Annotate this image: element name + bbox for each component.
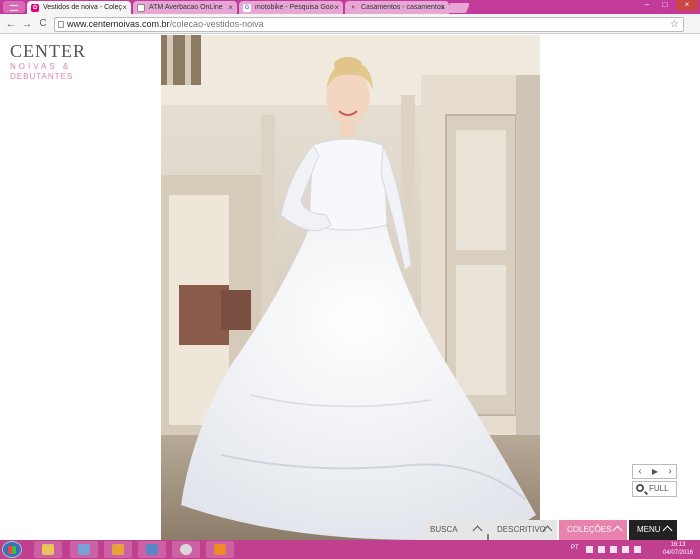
- site-favicon-icon: ✿: [31, 4, 39, 12]
- dress-photo[interactable]: [161, 35, 540, 540]
- start-button[interactable]: [2, 541, 22, 558]
- busca-button[interactable]: BUSCA: [422, 520, 487, 540]
- browser-menu-icon[interactable]: [3, 1, 25, 13]
- url-path: /colecao-vestidos-noiva: [169, 19, 264, 29]
- slider-prev-button[interactable]: ‹: [633, 465, 647, 478]
- back-button[interactable]: ←: [4, 17, 18, 31]
- volume-icon[interactable]: [634, 546, 641, 553]
- site-logo[interactable]: CENTER NOIVAS & DEBUTANTES: [10, 42, 90, 82]
- remote-desktop-icon[interactable]: [138, 541, 166, 558]
- tab-close-icon[interactable]: ×: [334, 1, 339, 14]
- app-icon[interactable]: [206, 541, 234, 558]
- descritivo-button[interactable]: DESCRITIVO: [489, 520, 557, 540]
- browser-toolbar: ← → C www.centernoivas.com.br/colecao-ve…: [0, 14, 700, 34]
- system-tray: PT 16:13 04/07/2016: [568, 540, 700, 559]
- tab-label: Casamentos - casamentos: [361, 4, 445, 11]
- page-favicon-icon: [137, 4, 145, 12]
- chevron-up-icon: [612, 525, 623, 536]
- chevron-up-icon: [472, 525, 483, 536]
- tab-label: Vestidos de noiva - Coleç: [43, 4, 122, 11]
- explorer-icon[interactable]: [34, 541, 62, 558]
- menu-button[interactable]: MENU: [629, 520, 677, 540]
- tab-close-icon[interactable]: ×: [440, 1, 445, 14]
- logo-line3: DEBUTANTES: [10, 72, 74, 81]
- tab-label: ATM Averbacao OnLine: [149, 4, 223, 11]
- google-favicon-icon: G: [243, 4, 251, 12]
- heart-favicon-icon: ♥: [351, 5, 355, 11]
- clock-date: 04/07/2016: [662, 550, 694, 556]
- new-tab-button[interactable]: [446, 3, 470, 13]
- power-icon[interactable]: [622, 546, 629, 553]
- tab-close-icon[interactable]: ×: [228, 1, 233, 14]
- tab-label: motobike - Pesquisa Goo: [255, 4, 334, 11]
- page-icon: [58, 21, 64, 28]
- fullscreen-button[interactable]: FULL: [632, 481, 677, 497]
- slider-play-button[interactable]: ▶: [648, 465, 662, 478]
- slider-controls: ‹ ▶ ›: [632, 464, 677, 479]
- maximize-button[interactable]: □: [656, 0, 674, 11]
- address-bar[interactable]: www.centernoivas.com.br/colecao-vestidos…: [54, 17, 684, 32]
- browser-tab-strip: ✿ Vestidos de noiva - Coleç × ATM Averba…: [0, 0, 700, 14]
- full-label: FULL: [649, 484, 669, 493]
- busca-label: BUSCA: [430, 525, 458, 534]
- reload-button[interactable]: C: [36, 17, 50, 31]
- outlook-icon[interactable]: [104, 541, 132, 558]
- chevron-up-icon: [662, 525, 673, 536]
- tab-vestidos[interactable]: ✿ Vestidos de noiva - Coleç ×: [27, 1, 131, 14]
- wedding-dress-image: [161, 35, 540, 540]
- url-host: www.centernoivas.com.br: [67, 19, 170, 29]
- forward-button[interactable]: →: [20, 17, 34, 31]
- logo-line1: CENTER: [10, 41, 86, 61]
- bookmark-star-icon[interactable]: ☆: [670, 18, 679, 31]
- logo-line2: NOIVAS &: [10, 62, 72, 71]
- descritivo-label: DESCRITIVO: [497, 525, 546, 534]
- slider-next-button[interactable]: ›: [663, 465, 677, 478]
- network-icon[interactable]: [70, 541, 98, 558]
- tab-motobike[interactable]: G motobike - Pesquisa Goo ×: [239, 1, 343, 14]
- menu-label: MENU: [637, 525, 661, 534]
- tab-close-icon[interactable]: ×: [122, 1, 127, 14]
- tab-atm[interactable]: ATM Averbacao OnLine ×: [133, 1, 237, 14]
- minimize-button[interactable]: –: [638, 0, 656, 11]
- colecoes-button[interactable]: COLEÇÕES: [559, 520, 627, 540]
- colecoes-label: COLEÇÕES: [567, 525, 612, 534]
- clock-time: 16:13: [670, 542, 686, 548]
- keyboard-icon[interactable]: [586, 546, 593, 553]
- tab-casamentos[interactable]: ♥ Casamentos - casamentos ×: [345, 1, 449, 14]
- taskbar: PT 16:13 04/07/2016: [0, 540, 700, 559]
- zoom-icon: [636, 484, 644, 492]
- language-indicator[interactable]: PT: [571, 545, 579, 551]
- network-tray-icon[interactable]: [610, 546, 617, 553]
- chrome-icon[interactable]: [172, 541, 200, 558]
- flag-icon[interactable]: [598, 546, 605, 553]
- close-window-button[interactable]: ×: [676, 0, 698, 11]
- clock[interactable]: 16:13 04/07/2016: [656, 541, 700, 557]
- page-content: CENTER NOIVAS & DEBUTANTES ‹ ▶ › FULL BU…: [0, 35, 700, 540]
